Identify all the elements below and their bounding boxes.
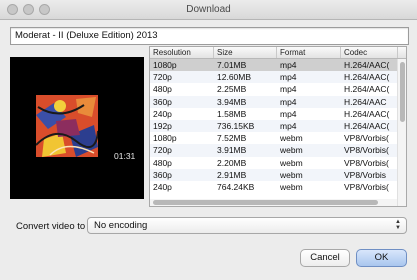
cell-format: mp4 — [280, 84, 297, 95]
cell-size: 1.58MB — [217, 108, 247, 119]
cell-resolution: 360p — [153, 169, 172, 180]
cell-size: 736.15KB — [217, 120, 255, 131]
column-header-size[interactable]: Size — [214, 47, 277, 58]
table-row[interactable]: 1080p 7.01MB mp4 H.264/AAC( — [150, 59, 406, 72]
cell-format: mp4 — [280, 108, 297, 119]
video-preview[interactable]: 01:31 — [10, 57, 144, 199]
cell-codec: VP8/Vorbis( — [344, 157, 389, 168]
updown-arrows-icon: ▲ ▼ — [395, 219, 401, 231]
table-row[interactable]: 240p 1.58MB mp4 H.264/AAC( — [150, 108, 406, 120]
horizontal-scroll-thumb[interactable] — [153, 200, 378, 205]
cell-format: webm — [280, 133, 303, 144]
table-row[interactable]: 720p 3.91MB webm VP8/Vorbis( — [150, 144, 406, 157]
album-cover-image — [36, 95, 98, 157]
cell-resolution: 360p — [153, 96, 172, 107]
encoding-select[interactable]: No encoding ▲ ▼ — [87, 217, 407, 234]
column-header-codec[interactable]: Codec — [341, 47, 398, 58]
table-row[interactable]: 480p 2.25MB mp4 H.264/AAC( — [150, 83, 406, 95]
table-row[interactable]: 720p 12.60MB mp4 H.264/AAC( — [150, 71, 406, 84]
table-row[interactable]: 192p 736.15KB mp4 H.264/AAC( — [150, 119, 406, 133]
cell-resolution: 1080p — [153, 133, 177, 144]
table-row[interactable]: 360p 2.91MB webm VP8/Vorbis — [150, 168, 406, 181]
cell-size: 3.91MB — [217, 145, 247, 156]
cell-resolution: 240p — [153, 108, 172, 119]
window-title: Download — [186, 4, 231, 15]
table-row[interactable]: 1080p 7.52MB webm VP8/Vorbis( — [150, 132, 406, 144]
cell-codec: VP8/Vorbis( — [344, 181, 389, 192]
column-header-resolution[interactable]: Resolution — [150, 47, 214, 58]
cell-codec: H.264/AAC( — [344, 108, 390, 119]
cell-format: mp4 — [280, 60, 297, 70]
cell-format: webm — [280, 145, 303, 156]
cell-size: 3.94MB — [217, 96, 247, 107]
table-row[interactable]: 360p 3.94MB mp4 H.264/AAC — [150, 95, 406, 108]
cell-format: mp4 — [280, 96, 297, 107]
cell-resolution: 720p — [153, 72, 172, 83]
cell-size: 7.52MB — [217, 133, 247, 144]
convert-label: Convert video to — [16, 221, 86, 232]
cell-size: 2.91MB — [217, 169, 247, 180]
cell-codec: VP8/Vorbis — [344, 169, 387, 180]
vertical-scrollbar[interactable] — [397, 59, 406, 206]
table-row[interactable]: 480p 2.20MB webm VP8/Vorbis( — [150, 157, 406, 169]
cell-format: webm — [280, 169, 303, 180]
cell-resolution: 1080p — [153, 60, 177, 70]
ok-button[interactable]: OK — [356, 249, 407, 267]
horizontal-scrollbar[interactable] — [150, 199, 397, 206]
preview-timestamp: 01:31 — [114, 151, 136, 161]
cell-size: 12.60MB — [217, 72, 252, 83]
video-title-field[interactable]: Moderat - II (Deluxe Edition) 2013 — [10, 27, 409, 45]
cell-resolution: 480p — [153, 157, 172, 168]
cell-codec: H.264/AAC — [344, 96, 387, 107]
cell-format: webm — [280, 181, 303, 192]
formats-table[interactable]: Resolution Size Format Codec 1080p 7.01MB… — [149, 46, 407, 207]
cell-size: 2.25MB — [217, 84, 247, 95]
cell-resolution: 480p — [153, 84, 172, 95]
cell-format: mp4 — [280, 72, 297, 83]
cell-size: 7.01MB — [217, 60, 247, 70]
cell-codec: H.264/AAC( — [344, 60, 390, 70]
cell-resolution: 720p — [153, 145, 172, 156]
cell-codec: VP8/Vorbis( — [344, 133, 389, 144]
cell-codec: H.264/AAC( — [344, 84, 390, 95]
cell-codec: H.264/AAC( — [344, 120, 390, 131]
table-body: 1080p 7.01MB mp4 H.264/AAC( 720p 12.60MB mp4 H.… — [150, 59, 406, 193]
column-header-format[interactable]: Format — [277, 47, 341, 58]
cell-codec: H.264/AAC( — [344, 72, 390, 83]
title-bar: Download — [0, 0, 417, 20]
vertical-scroll-thumb[interactable] — [400, 62, 405, 122]
table-row[interactable]: 240p 764.24KB webm VP8/Vorbis( — [150, 181, 406, 193]
cancel-button[interactable]: Cancel — [300, 249, 350, 267]
table-header: Resolution Size Format Codec — [150, 47, 406, 59]
encoding-select-value: No encoding — [94, 220, 148, 231]
cell-size: 2.20MB — [217, 157, 247, 168]
cell-resolution: 192p — [153, 120, 172, 131]
cell-format: mp4 — [280, 120, 297, 131]
cell-format: webm — [280, 157, 303, 168]
cell-size: 764.24KB — [217, 181, 255, 192]
cell-codec: VP8/Vorbis( — [344, 145, 389, 156]
cell-resolution: 240p — [153, 181, 172, 192]
